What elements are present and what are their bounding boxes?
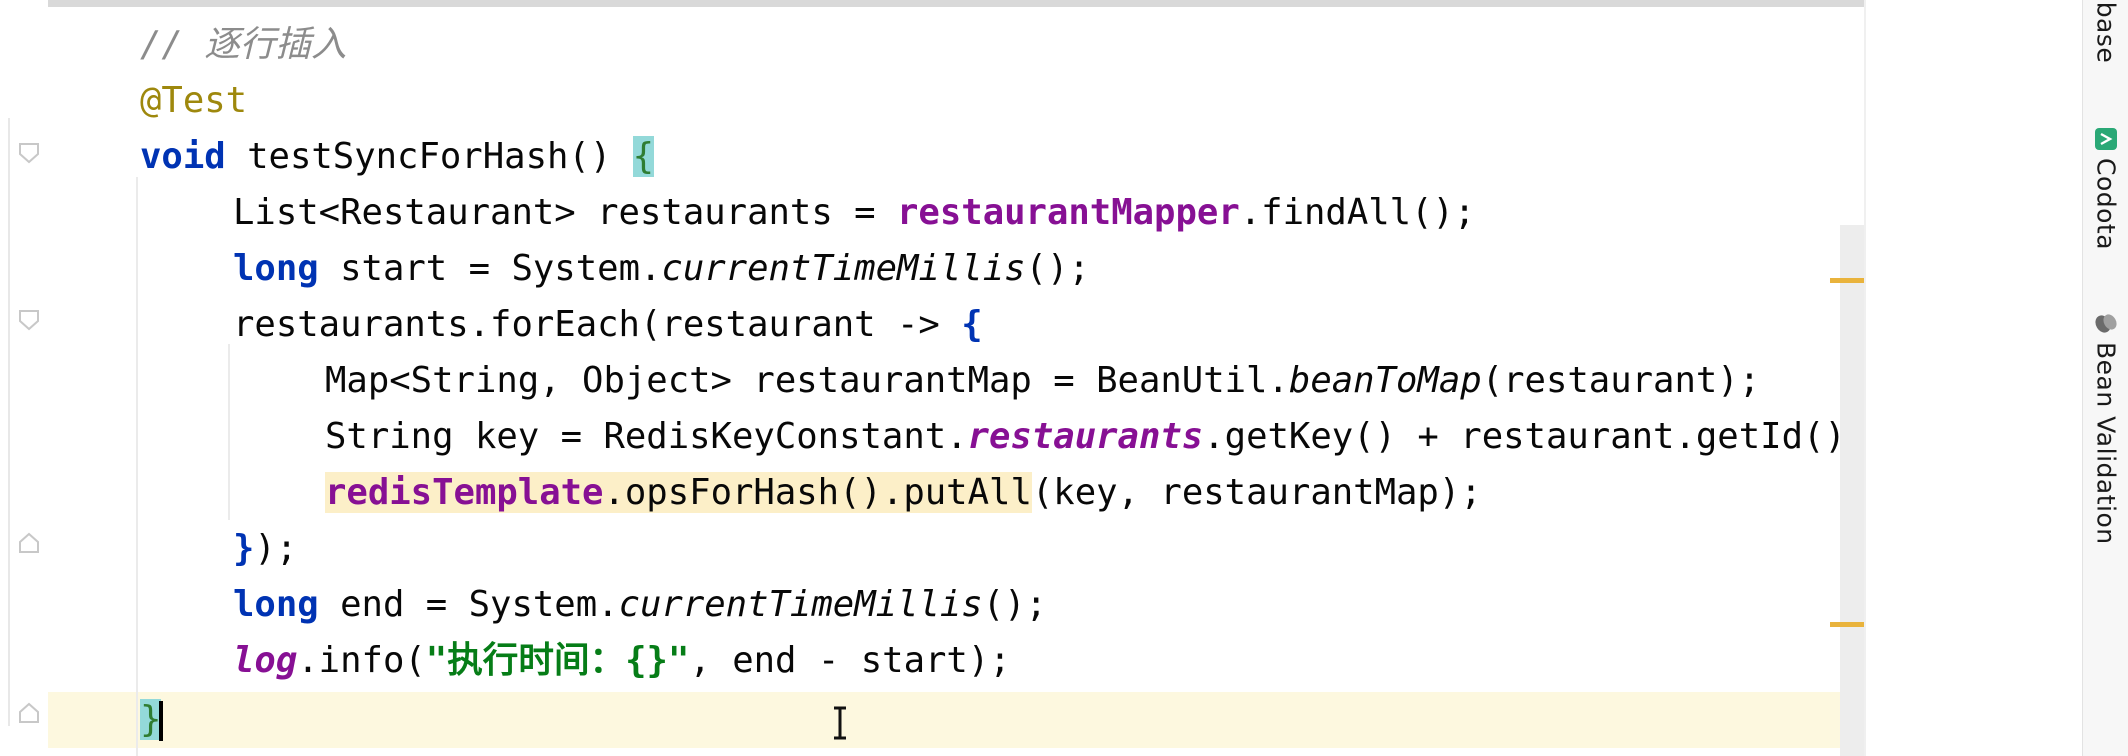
code-token: 逐行插入 [204,24,347,65]
bean-validation-icon [2093,310,2119,336]
code-editor[interactable]: // 逐行插入 @Test void testSyncForHash() { L… [48,7,1864,756]
tool-tab-label: Bean Validation [2091,342,2121,545]
code-token: end = System. [318,584,619,625]
editor-top-border [48,0,1864,7]
mouse-ibeam-cursor-icon [834,706,846,740]
code-token: { [632,136,655,177]
code-line[interactable]: void testSyncForHash() { [140,129,655,185]
code-line[interactable]: @Test [140,73,247,129]
code-token: Map<String, Object> restaurantMap = Bean… [325,360,1289,401]
code-line[interactable]: restaurants.forEach(restaurant -> { [233,297,983,353]
code-token: .findAll(); [1239,192,1476,233]
code-token: String key = RedisKeyConstant. [325,416,968,457]
code-token: .opsForHash().putAll [603,472,1032,513]
current-line-highlight [48,692,1864,748]
fold-marker-close-icon[interactable] [16,530,42,556]
code-token: @Test [140,80,248,121]
editor-gutter [0,0,48,756]
code-token: (); [982,584,1047,625]
code-line[interactable]: List<Restaurant> restaurants = restauran… [233,185,1475,241]
code-token: , end - start); [689,640,1011,681]
tool-tab-database[interactable]: Database [2083,0,2128,119]
code-token: .info( [297,640,426,681]
editor-right-divider [1864,0,1866,756]
code-token: currentTimeMillis [661,248,1026,289]
gutter-fold-line [8,118,10,726]
code-token: ); [254,528,298,569]
code-line[interactable]: long end = System.currentTimeMillis(); [233,577,1047,633]
code-token: (key, restaurantMap); [1031,472,1482,513]
code-token: // [140,24,205,65]
code-token: long [233,584,319,625]
fold-marker-open-icon[interactable] [16,307,42,333]
code-token: log [233,640,298,681]
tool-tab-bean-validation[interactable]: Bean Validation [2083,310,2128,545]
code-token: (); [1025,248,1090,289]
code-line[interactable]: // 逐行插入 [140,17,347,73]
code-token: (restaurant); [1481,360,1761,401]
code-token: { [961,304,983,345]
code-token: restaurants.forEach(restaurant -> [233,304,962,345]
code-token: } [233,528,255,569]
code-token: .getKey() + restaurant.getId(); [1203,416,1864,457]
code-token: currentTimeMillis [618,584,983,625]
code-token: start = System. [318,248,662,289]
code-line[interactable]: String key = RedisKeyConstant.restaurant… [325,409,1864,465]
code-token: testSyncForHash() [225,136,633,177]
fold-marker-open-icon[interactable] [16,140,42,166]
indent-guide [136,177,138,756]
text-caret [159,701,164,741]
code-line[interactable]: } [140,692,164,748]
code-token: long [233,248,319,289]
code-token: } [140,699,162,740]
editor-scrollbar[interactable] [1840,225,1864,756]
indent-guide [228,344,230,520]
code-line[interactable]: Map<String, Object> restaurantMap = Bean… [325,353,1760,409]
warning-marker[interactable] [1830,278,1864,283]
warning-marker[interactable] [1830,622,1864,627]
code-line[interactable]: }); [233,521,297,577]
code-token: void [140,136,226,177]
tool-tab-label: Codota [2091,158,2121,251]
code-line[interactable]: redisTemplate.opsForHash().putAll(key, r… [325,465,1482,521]
code-token: restaurantMapper [897,192,1240,233]
code-line[interactable]: long start = System.currentTimeMillis(); [233,241,1090,297]
code-token: redisTemplate [325,472,604,513]
code-token: List<Restaurant> restaurants = [233,192,898,233]
right-tool-strip: Database Codota Bean Validation [2082,0,2128,756]
code-line[interactable]: log.info("执行时间：{}", end - start); [233,633,1011,689]
code-token: beanToMap [1288,360,1482,401]
codota-icon [2093,126,2119,152]
fold-marker-close-icon[interactable] [16,700,42,726]
tool-tab-label: Database [2091,0,2121,64]
tool-tab-codota[interactable]: Codota [2083,126,2128,250]
code-token: "执行时间：{}" [425,640,690,681]
code-token: restaurants [967,416,1204,457]
